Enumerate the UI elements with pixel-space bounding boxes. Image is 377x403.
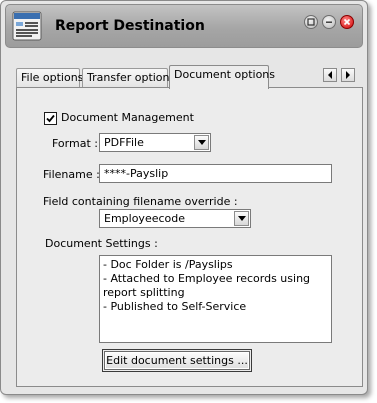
override-dropdown[interactable]: Employeecode [99, 209, 251, 228]
format-value: PDFFile [104, 136, 144, 149]
filename-label: Filename : [43, 168, 100, 181]
edit-document-settings-button[interactable]: Edit document settings ... [104, 351, 250, 370]
tab-transfer-options[interactable]: Transfer options [82, 68, 175, 87]
chevron-down-icon[interactable] [234, 211, 249, 226]
format-label: Format : [52, 137, 98, 150]
document-management-label: Document Management [61, 111, 194, 124]
format-dropdown[interactable]: PDFFile [99, 133, 211, 152]
document-options-panel: Document Management Format : PDFFile Fil… [16, 87, 363, 387]
minimize-icon[interactable] [322, 15, 336, 29]
settings-line: - Doc Folder is /Payslips [103, 258, 233, 271]
title-bar[interactable]: Report Destination [5, 4, 363, 48]
override-label: Field containing filename override : [43, 195, 238, 208]
arrow-right-icon[interactable] [341, 68, 355, 82]
restore-icon[interactable] [304, 15, 318, 29]
tab-label: Document options [174, 68, 275, 81]
settings-line: - Attached to Employee records using rep… [103, 272, 311, 299]
override-value: Employeecode [104, 212, 186, 225]
tab-file-options[interactable]: File options [16, 68, 84, 87]
settings-line: - Published to Self-Service [103, 300, 247, 313]
document-settings-label: Document Settings : [45, 237, 158, 250]
document-management-checkbox[interactable] [44, 112, 57, 125]
tab-label: Transfer options [87, 71, 176, 84]
document-settings-memo[interactable]: - Doc Folder is /Payslips - Attached to … [99, 255, 332, 343]
tab-document-options[interactable]: Document options [169, 65, 275, 89]
report-icon [12, 11, 42, 41]
window-title: Report Destination [55, 18, 205, 34]
tab-label: File options [21, 71, 84, 84]
filename-field[interactable]: ****-Payslip [99, 164, 332, 183]
filename-value: ****-Payslip [104, 167, 169, 180]
chevron-down-icon[interactable] [194, 135, 209, 150]
close-icon[interactable] [340, 15, 354, 29]
report-destination-dialog: Report Destination File options Transfer… [0, 0, 368, 395]
arrow-left-icon[interactable] [323, 68, 337, 82]
